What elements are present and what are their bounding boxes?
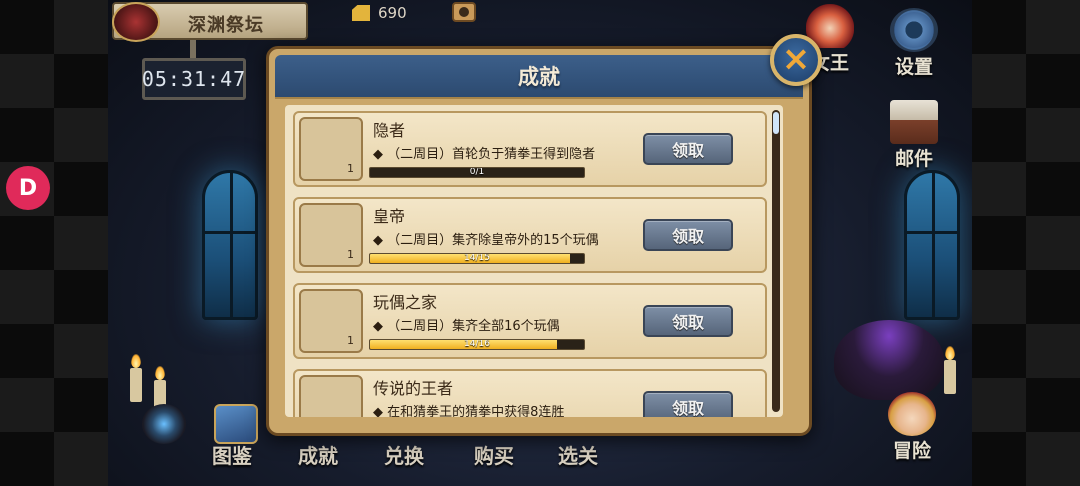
countdown-timer: 05:31:47 <box>142 58 246 100</box>
claim-label: 领取 <box>671 141 704 160</box>
claim-label: 领取 <box>671 313 704 332</box>
dialog-header: 成就 <box>275 55 803 99</box>
list-scrollbar[interactable] <box>772 110 780 412</box>
left-side-pattern <box>0 0 108 486</box>
achievement-description: ◆ （二周目）集齐除皇帝外的15个玩偶 <box>373 233 599 248</box>
gold-icon <box>352 5 370 21</box>
achievements-button[interactable]: 成就 <box>298 440 338 469</box>
camera-icon[interactable] <box>452 2 476 22</box>
stained-window-right <box>904 170 960 320</box>
progress-label: 14/16 <box>464 339 490 349</box>
achievement-row: 1 玩偶之家 ◆ （二周目）集齐全部16个玩偶 14/16 领取 <box>293 283 767 359</box>
reward-quantity: 1 <box>347 248 354 261</box>
claim-button[interactable]: 领取 <box>643 391 733 417</box>
progress-bar: 14/16 <box>369 339 585 350</box>
progress-bar: 0/1 <box>369 167 585 178</box>
achievement-title: 玩偶之家 <box>373 293 438 312</box>
achievements-dialog: 成就 1 隐者 ◆ （二周目）首轮负于猜拳王得到隐者 0/1 领取 1 皇帝 ◆… <box>266 46 812 436</box>
location-title: 深渊祭坛 <box>188 15 264 36</box>
location-plaque: 深渊祭坛 <box>112 2 308 42</box>
reward-quantity: 1 <box>347 162 354 175</box>
compass-icon[interactable] <box>142 404 186 444</box>
achievement-description: ◆ （二周目）集齐全部16个玩偶 <box>373 319 560 334</box>
achievement-description: ◆ （二周目）首轮负于猜拳王得到隐者 <box>373 147 596 162</box>
claim-button[interactable]: 领取 <box>643 305 733 337</box>
achievement-title: 皇帝 <box>373 207 406 226</box>
achievement-list[interactable]: 1 隐者 ◆ （二周目）首轮负于猜拳王得到隐者 0/1 领取 1 皇帝 ◆ （二… <box>285 105 783 417</box>
achievement-row: 1 皇帝 ◆ （二周目）集齐除皇帝外的15个玩偶 14/15 领取 <box>293 197 767 273</box>
book-icon[interactable] <box>214 404 258 444</box>
claim-label: 领取 <box>671 399 704 417</box>
claim-label: 领取 <box>671 227 704 246</box>
scrollbar-thumb[interactable] <box>773 112 779 134</box>
right-side-pattern <box>972 0 1080 486</box>
level-select-button[interactable]: 选关 <box>558 440 598 469</box>
progress-label: 14/15 <box>464 253 490 263</box>
achievement-row: 传说的王者 ◆ 在和猜拳王的猜拳中获得8连胜 领取 <box>293 369 767 417</box>
cauldron <box>834 320 944 400</box>
claim-button[interactable]: 领取 <box>643 219 733 251</box>
stained-window-left <box>202 170 258 320</box>
gallery-button[interactable]: 图鉴 <box>212 440 252 469</box>
crest-icon <box>112 2 160 42</box>
achievement-title: 传说的王者 <box>373 379 454 398</box>
reward-quantity: 1 <box>347 334 354 347</box>
adventure-button[interactable]: 冒险 <box>888 392 936 463</box>
timer-chain <box>190 40 196 60</box>
legend-king-doll-icon <box>299 375 363 417</box>
achievement-description: ◆ 在和猜拳王的猜拳中获得8连胜 <box>373 405 565 417</box>
gear-icon <box>890 8 938 52</box>
achievement-row: 1 隐者 ◆ （二周目）首轮负于猜拳王得到隐者 0/1 领取 <box>293 111 767 187</box>
floating-button-label: D <box>18 175 38 201</box>
floating-assistant-button[interactable]: D <box>6 166 50 210</box>
settings-label: 设置 <box>894 56 933 78</box>
close-dialog-button[interactable]: × <box>770 34 822 86</box>
gold-amount: 690 <box>378 4 407 22</box>
gold-counter: 690 <box>352 4 407 22</box>
mailbox-icon <box>890 100 938 144</box>
adventure-character-icon <box>888 392 936 436</box>
adventure-label: 冒险 <box>892 440 931 462</box>
mail-button[interactable]: 邮件 <box>890 100 938 171</box>
buy-button[interactable]: 购买 <box>474 440 514 469</box>
exchange-button[interactable]: 兑换 <box>384 440 424 469</box>
mail-label: 邮件 <box>894 148 933 170</box>
candle <box>130 354 142 402</box>
timer-text: 05:31:47 <box>141 67 247 91</box>
dialog-title: 成就 <box>518 65 560 89</box>
progress-bar: 14/15 <box>369 253 585 264</box>
claim-button[interactable]: 领取 <box>643 133 733 165</box>
candle <box>944 346 956 394</box>
achievement-title: 隐者 <box>373 121 406 140</box>
close-icon: × <box>781 39 811 79</box>
progress-label: 0/1 <box>469 167 485 177</box>
settings-button[interactable]: 设置 <box>890 8 938 79</box>
